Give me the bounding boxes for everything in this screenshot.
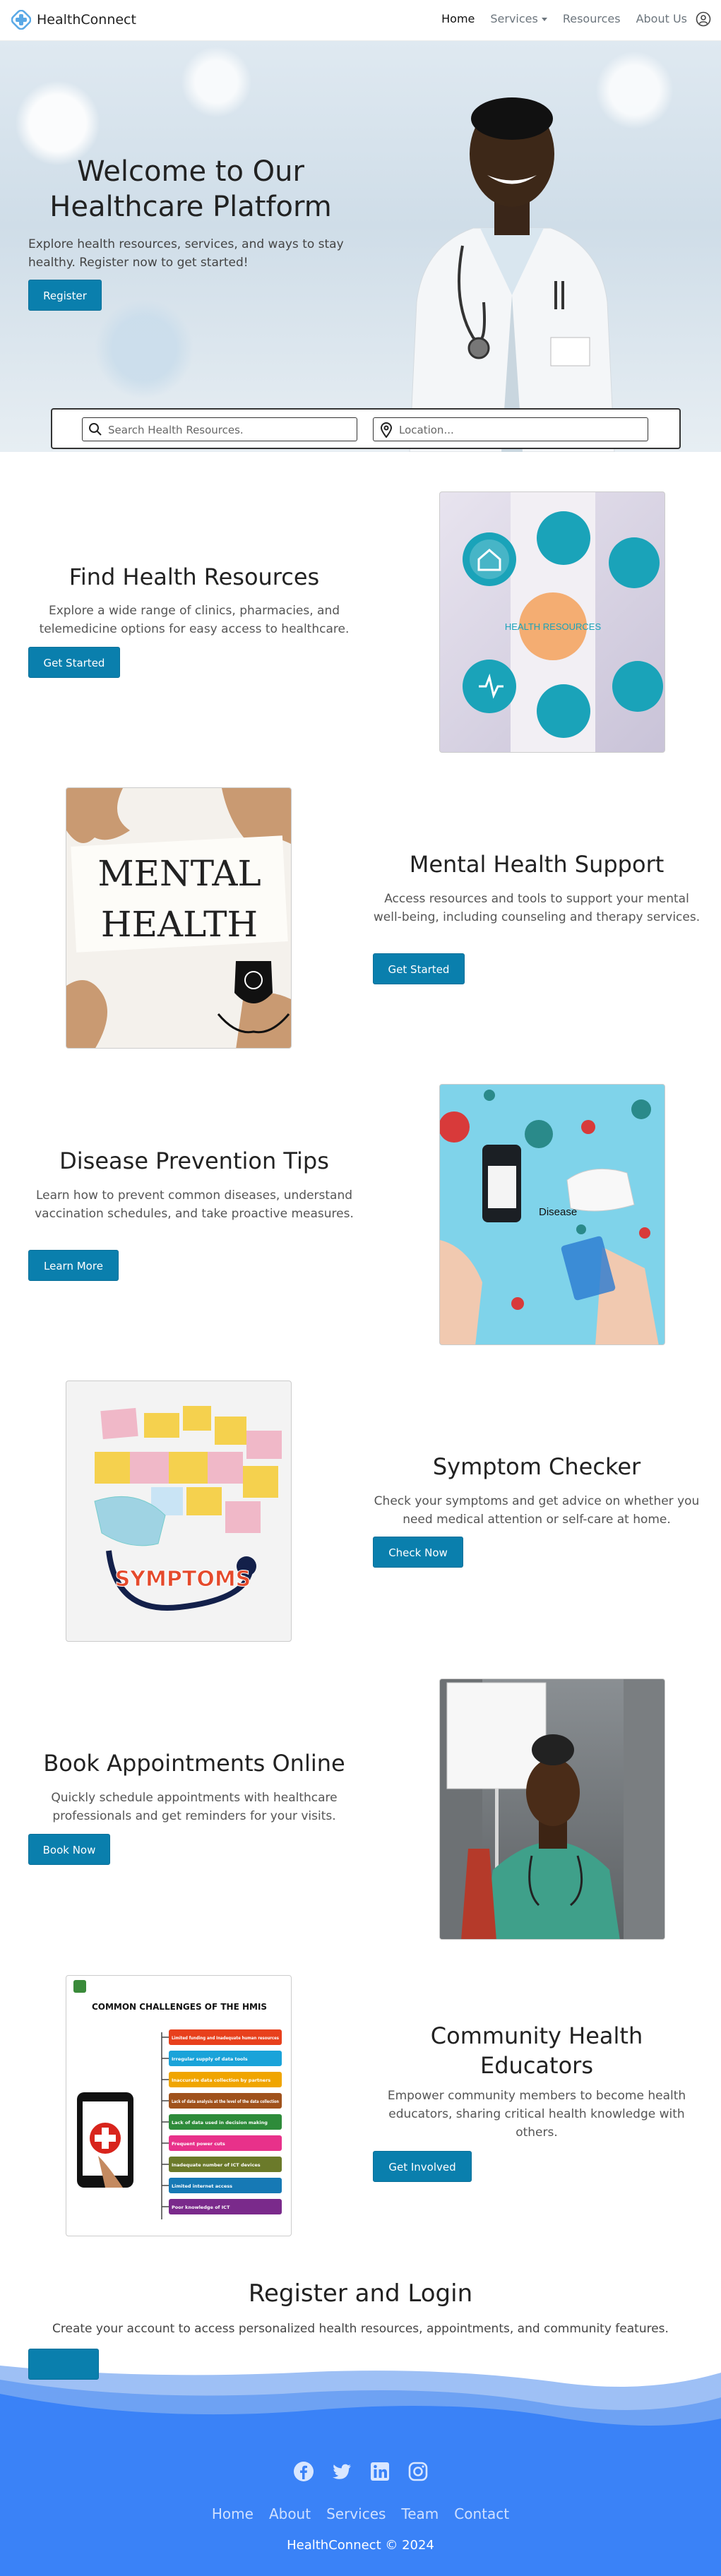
section-title: Book Appointments Online — [43, 1750, 345, 1777]
footer-link-services[interactable]: Services — [326, 2505, 386, 2522]
search-input[interactable]: Search Health Resources. — [82, 417, 357, 441]
facebook-icon[interactable] — [292, 2460, 315, 2483]
disease-prevention-image: Disease — [439, 1084, 665, 1345]
get-involved-button[interactable]: Get Involved — [373, 2151, 472, 2182]
footer-copyright: HealthConnect © 2024 — [287, 2538, 434, 2553]
hmis-item-label: Inaccurate data collection by partners — [172, 2077, 270, 2083]
section-title: Symptom Checker — [432, 1453, 641, 1480]
search-bar: Search Health Resources. Location... — [51, 408, 681, 449]
hmis-infographic-image: COMMON CHALLENGES OF THE HMIS Limited fu… — [66, 1975, 292, 2236]
register-button[interactable]: Register — [28, 280, 102, 311]
nav-links: Home Services Resources About Us — [441, 12, 687, 25]
location-placeholder: Location... — [399, 424, 454, 436]
section-title: Find Health Resources — [68, 564, 320, 590]
section-text: Explore a wide range of clinics, pharmac… — [39, 604, 350, 636]
hmis-item-label: Frequent power cuts — [172, 2141, 225, 2147]
location-input[interactable]: Location... — [373, 417, 648, 441]
section-title: Mental Health Support — [409, 851, 665, 878]
section-text: Learn how to prevent common diseases, un… — [35, 1188, 354, 1221]
register-text: Create your account to access personaliz… — [52, 2322, 669, 2336]
hmis-item-label: Irregular supply of data tools — [172, 2056, 248, 2062]
health-caption: HEALTH — [101, 904, 258, 945]
hmis-item-label: Lack of data analysis at the level of th… — [172, 2099, 279, 2104]
section-text: Quickly schedule appointments with healt… — [51, 1791, 338, 1823]
hero: Welcome to Our Healthcare Platform Explo… — [0, 41, 721, 452]
linkedin-icon[interactable] — [369, 2460, 391, 2483]
navbar: HealthConnect Home Services Resources Ab… — [0, 0, 721, 41]
mental-health-image: MENTAL HEALTH — [66, 787, 292, 1049]
register-title: Register and Login — [248, 2279, 473, 2308]
hmis-item-label: Inadequate number of ICT devices — [172, 2162, 261, 2168]
symptom-checker-image: SYMPTOMS — [66, 1381, 292, 1642]
section-text: Check your symptoms and get advice on wh… — [374, 1494, 700, 1527]
search-placeholder: Search Health Resources. — [108, 424, 244, 436]
nav-resources[interactable]: Resources — [563, 12, 621, 25]
footer-link-home[interactable]: Home — [212, 2505, 254, 2522]
doctor-image — [409, 97, 615, 452]
hero-title: Welcome to Our Healthcare Platform — [49, 155, 332, 223]
nav-services-label: Services — [490, 12, 538, 25]
footer-link-about[interactable]: About — [269, 2505, 311, 2522]
health-resources-caption: HEALTH RESOURCES — [505, 621, 602, 632]
learn-more-button[interactable]: Learn More — [28, 1250, 119, 1281]
section-text: Access resources and tools to support yo… — [373, 892, 701, 924]
hmis-infographic: COMMON CHALLENGES OF THE HMIS Limited fu… — [73, 1980, 282, 2219]
symptoms-caption: SYMPTOMS — [115, 1567, 251, 1592]
brand-name: HealthConnect — [37, 12, 136, 28]
location-pin-icon — [380, 422, 393, 438]
book-now-button[interactable]: Book Now — [28, 1834, 110, 1865]
register-login-button[interactable] — [28, 2349, 99, 2380]
section-title: Disease Prevention Tips — [59, 1147, 329, 1174]
nav-services[interactable]: Services — [490, 12, 547, 25]
footer: Home About Services Team Contact HealthC… — [0, 2351, 721, 2576]
check-now-button[interactable]: Check Now — [373, 1537, 463, 1568]
hmis-item-label: Limited funding and Inadequate human res… — [172, 2035, 279, 2041]
hmis-item-label: Poor knowledge of ICT — [172, 2205, 230, 2210]
brand[interactable]: HealthConnect — [11, 10, 136, 30]
instagram-icon[interactable] — [407, 2460, 429, 2483]
twitter-icon[interactable] — [330, 2460, 353, 2483]
hmis-item-label: Lack of data used in decision making — [172, 2120, 268, 2125]
nav-about[interactable]: About Us — [636, 12, 687, 25]
book-appointments-image — [439, 1678, 665, 1940]
get-started-button[interactable]: Get Started — [373, 953, 465, 984]
hmis-title: COMMON CHALLENGES OF THE HMIS — [92, 2002, 267, 2012]
footer-link-contact[interactable]: Contact — [454, 2505, 509, 2522]
disease-caption: Disease — [539, 1206, 577, 1218]
section-text: Empower community members to become heal… — [387, 2089, 686, 2140]
footer-link-team[interactable]: Team — [401, 2505, 439, 2522]
chevron-down-icon — [541, 18, 547, 21]
search-icon — [89, 423, 102, 436]
section-title: Community Health Educators — [430, 2022, 643, 2079]
user-icon[interactable] — [696, 11, 711, 27]
health-resources-image: HEALTH RESOURCES — [439, 491, 665, 753]
mental-caption: MENTAL — [97, 853, 261, 894]
footer-links: Home About Services Team Contact — [0, 2505, 721, 2522]
hmis-item-label: Limited internet access — [172, 2183, 232, 2189]
hero-subtitle: Explore health resources, services, and … — [28, 237, 344, 270]
nav-home[interactable]: Home — [441, 12, 475, 25]
social-links — [0, 2460, 721, 2483]
get-started-button[interactable]: Get Started — [28, 647, 120, 678]
brand-logo-icon — [11, 10, 31, 30]
